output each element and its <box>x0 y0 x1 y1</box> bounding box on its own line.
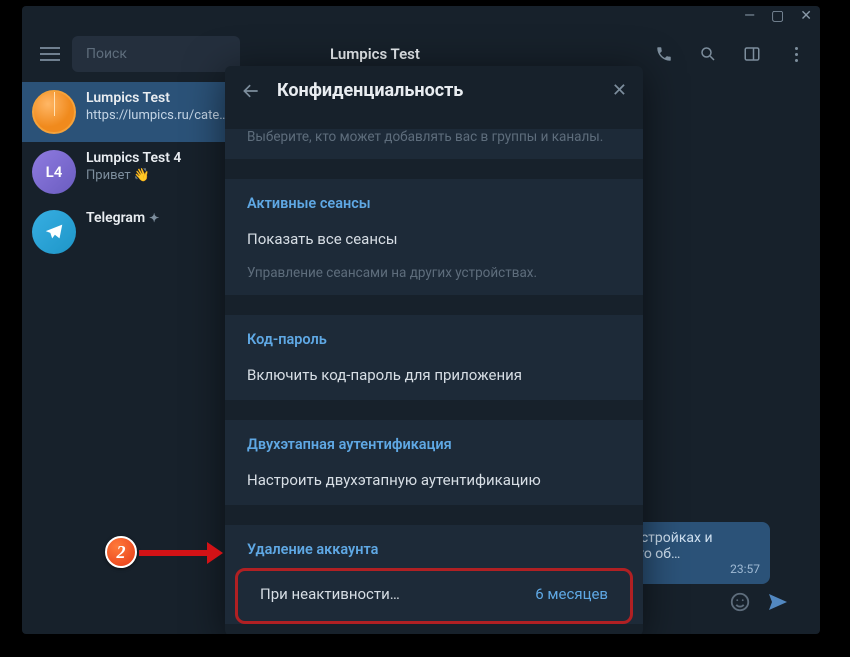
section-title: Двухэтапная аутентификация <box>225 420 643 461</box>
inactivity-label: При неактивности… <box>260 585 400 603</box>
setup-twofa-link[interactable]: Настроить двухэтапную аутентификацию <box>225 461 643 505</box>
back-button[interactable] <box>241 81 261 101</box>
section-two-factor: Двухэтапная аутентификация Настроить дву… <box>225 420 643 505</box>
section-title: Код-пароль <box>225 315 643 356</box>
section-note: Управление сеансами на других устройства… <box>225 264 643 295</box>
section-sessions: Активные сеансы Показать все сеансы Упра… <box>225 179 643 295</box>
section-cutoff: Выберите, кто может добавлять вас в груп… <box>225 129 643 159</box>
section-account-deletion: Удаление аккаунта При неактивности… 6 ме… <box>225 525 643 624</box>
show-all-sessions-link[interactable]: Показать все сеансы <box>225 220 643 264</box>
arrow-left-icon <box>241 81 261 101</box>
modal-title: Конфиденциальность <box>277 80 596 101</box>
enable-passcode-link[interactable]: Включить код-пароль для приложения <box>225 356 643 400</box>
inactivity-value: 6 месяцев <box>535 585 608 603</box>
section-title: Активные сеансы <box>225 179 643 220</box>
section-passcode: Код-пароль Включить код-пароль для прило… <box>225 315 643 400</box>
modal-header: Конфиденциальность ✕ <box>225 66 643 119</box>
section-hint: Выберите, кто может добавлять вас в груп… <box>225 129 643 159</box>
section-title: Удаление аккаунта <box>225 525 643 566</box>
inactivity-period-row[interactable]: При неактивности… 6 месяцев <box>235 568 633 624</box>
app-window: — ▢ ✕ Поиск Lumpics Test <box>22 6 820 634</box>
close-button[interactable]: ✕ <box>612 80 627 101</box>
privacy-settings-modal: Конфиденциальность ✕ Выберите, кто может… <box>225 66 643 634</box>
